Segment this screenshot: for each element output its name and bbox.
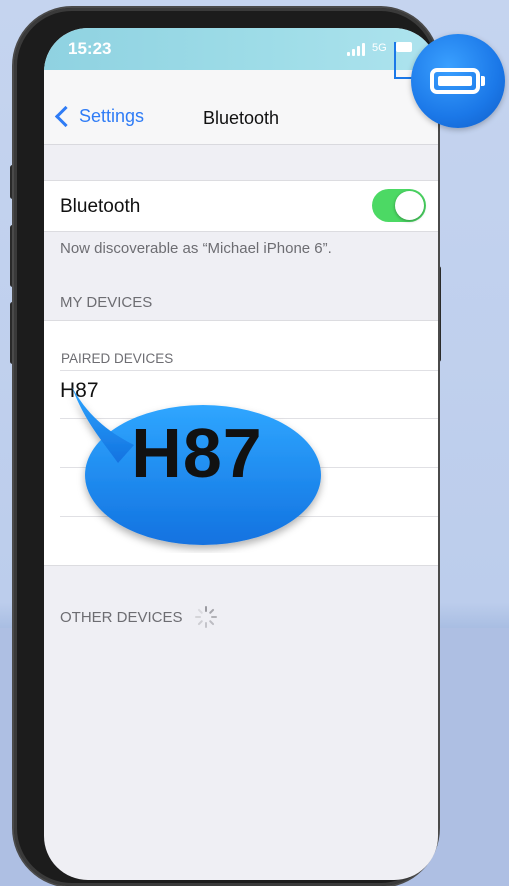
battery-tip — [481, 76, 485, 86]
signal-icon — [347, 42, 367, 56]
bluetooth-row: Bluetooth — [44, 180, 438, 232]
bluetooth-label: Bluetooth — [60, 196, 141, 217]
callout-label: H87 — [131, 414, 263, 492]
paired-devices-header: PAIRED DEVICES — [61, 351, 174, 366]
bluetooth-toggle[interactable] — [372, 189, 426, 222]
status-bar: 15:23 5G — [44, 28, 438, 70]
battery-callout — [411, 34, 505, 128]
page-title: Bluetooth — [202, 108, 280, 128]
battery-icon — [396, 42, 412, 52]
other-devices-label: OTHER DEVICES — [60, 608, 183, 626]
discoverable-text: Now discoverable as “Michael iPhone 6”. — [60, 240, 332, 257]
my-devices-header: MY DEVICES — [60, 294, 153, 311]
other-devices-header: OTHER DEVICES — [60, 606, 217, 628]
device-name-callout: H87 — [66, 383, 328, 553]
network-type: 5G — [372, 42, 387, 54]
status-time: 15:23 — [68, 39, 112, 58]
callout-connector — [394, 42, 396, 79]
battery-callout-icon — [430, 68, 480, 94]
toggle-knob — [395, 191, 424, 220]
divider — [60, 370, 438, 371]
loading-spinner-icon — [194, 606, 217, 628]
navigation-bar: Settings Bluetooth — [44, 70, 438, 145]
